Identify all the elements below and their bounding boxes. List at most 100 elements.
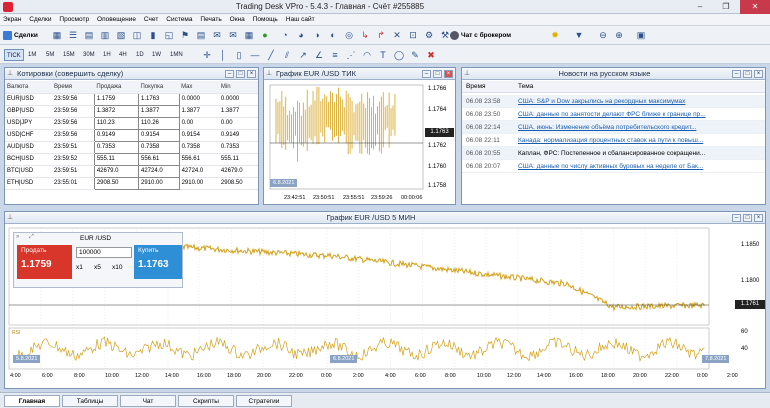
news-item[interactable]: 06.08 20:55 Каплан, ФРС: Постепенное и сб…	[462, 147, 765, 160]
positions-icon[interactable]: ▥	[98, 28, 112, 42]
news-col-topic[interactable]: Тема	[518, 83, 533, 90]
buy-cell[interactable]: 42724.0	[137, 164, 180, 178]
tick-close-button[interactable]: ×	[444, 70, 453, 78]
fan-icon[interactable]: ⋰	[344, 48, 358, 62]
menu-item-print[interactable]: Печать	[197, 14, 224, 26]
menu-item-windows[interactable]: Окна	[227, 14, 248, 26]
table-row[interactable]: USD|JPY 23:59:56 110.23 110.26 0.00 0.00	[5, 116, 258, 130]
news-link[interactable]: США, июнь: Изменение объёма потребительс…	[518, 124, 696, 131]
timeframe-1w[interactable]: 1W	[150, 49, 163, 61]
maximize-button[interactable]: ❐	[714, 0, 738, 14]
filter-icon[interactable]: ▼	[572, 28, 586, 42]
angle-icon[interactable]: ∠	[312, 48, 326, 62]
quotes-icon[interactable]: ☰	[66, 28, 80, 42]
timeframe-1d[interactable]: 1D	[134, 49, 146, 61]
sell-cell[interactable]: 2908.50	[93, 176, 139, 190]
timeframe-tick[interactable]: TICK	[4, 49, 24, 61]
buy-cell[interactable]: 1.3877	[137, 104, 180, 118]
table-icon[interactable]: ▤	[82, 28, 96, 42]
lock-icon[interactable]: ⊡	[406, 28, 420, 42]
tab-tables[interactable]: Таблицы	[62, 395, 118, 407]
chat-icon[interactable]: ●	[258, 28, 272, 42]
buy-cell[interactable]: 110.26	[137, 116, 180, 130]
pin-icon[interactable]: ⊥	[7, 212, 13, 224]
news-item[interactable]: 06.08 20:07 США: данные по числу активных…	[462, 160, 765, 173]
sell-cell[interactable]: 555.11	[93, 152, 139, 166]
quotes-close-button[interactable]: ×	[247, 70, 256, 78]
window-layout-icon[interactable]: ▣	[634, 28, 648, 42]
sell-cell[interactable]: 0.7353	[93, 140, 139, 154]
indicator-3-icon[interactable]: ◑	[310, 28, 324, 42]
main-minimize-button[interactable]: –	[732, 214, 741, 222]
email-icon[interactable]: ✉	[226, 28, 240, 42]
pin-icon[interactable]: ⊥	[464, 68, 470, 80]
table-row[interactable]: BCH|USD 23:59:52 555.11 556.61 556.61 555.11	[5, 152, 258, 166]
multiplier-x10[interactable]: x10	[112, 264, 122, 271]
news-link[interactable]: США: данные по числу активных буровых на…	[518, 163, 703, 170]
col-buy[interactable]: Покупка	[138, 81, 180, 94]
table-row[interactable]: GBP|USD 23:59:56 1.3872 1.3877 1.3877 1.3877	[5, 104, 258, 118]
buy-cell[interactable]: 1.1763	[137, 92, 180, 106]
timeframe-30m[interactable]: 30M	[81, 49, 97, 61]
table-grid-icon[interactable]: ▦	[242, 28, 256, 42]
main-maximize-button[interactable]: □	[743, 214, 752, 222]
col-currency[interactable]: Валюта	[5, 81, 52, 94]
news-link[interactable]: США: данные по занятости делают ФРС ближ…	[518, 111, 706, 118]
tick-minimize-button[interactable]: –	[422, 70, 431, 78]
news-close-button[interactable]: ×	[754, 70, 763, 78]
pin-icon[interactable]: ⊥	[266, 68, 272, 80]
candle-icon[interactable]: ▯	[232, 48, 246, 62]
indicator-2-icon[interactable]: ◕	[294, 28, 308, 42]
buy-arrow-icon[interactable]: ↱	[374, 28, 388, 42]
deals-button[interactable]: Сделки	[3, 28, 45, 43]
news-col-time[interactable]: Время	[462, 81, 518, 93]
tab-main[interactable]: Главная	[4, 395, 60, 407]
bar-chart-icon[interactable]: ▮	[146, 28, 160, 42]
vertical-line-icon[interactable]: │	[216, 48, 230, 62]
menu-item-site[interactable]: Наш сайт	[283, 14, 318, 26]
menu-item-deals[interactable]: Сделки	[26, 14, 54, 26]
menu-item-account[interactable]: Счет	[141, 14, 161, 26]
quotes-minimize-button[interactable]: –	[225, 70, 234, 78]
col-time[interactable]: Время	[51, 81, 95, 94]
tab-strategies[interactable]: Стратегии	[236, 395, 292, 407]
table-row[interactable]: ETH|USD 23:55:01 2908.50 2910.00 2910.00 2908…	[5, 176, 258, 190]
news-link[interactable]: США: S&P и Dow закрылись на рекордных ма…	[518, 98, 685, 105]
timeframe-1h[interactable]: 1H	[101, 49, 113, 61]
delete-objects-icon[interactable]: ✖	[424, 48, 438, 62]
expand-icon[interactable]: ⤢	[29, 234, 34, 241]
news-item[interactable]: 06.08 23:50 США: данные по занятости дела…	[462, 108, 765, 121]
broker-chat-button[interactable]: Чат с брокером	[450, 28, 522, 43]
arc-icon[interactable]: ◠	[360, 48, 374, 62]
news-item[interactable]: 06.08 22:14 США, июнь: Изменение объёма п…	[462, 121, 765, 134]
quotes-maximize-button[interactable]: □	[236, 70, 245, 78]
menu-item-alerts[interactable]: Оповещение	[94, 14, 139, 26]
crosshair-icon[interactable]: ✛	[200, 48, 214, 62]
table-row[interactable]: EUR|USD 23:59:56 1.1759 1.1763 0.0000 0.0000	[5, 92, 258, 106]
zoom-in-icon[interactable]: ⊕	[612, 28, 626, 42]
indicator-1-icon[interactable]: ◔	[278, 28, 292, 42]
cascade-icon[interactable]: ◱	[162, 28, 176, 42]
horizontal-line-icon[interactable]: —	[248, 48, 262, 62]
tab-scripts[interactable]: Скрипты	[178, 395, 234, 407]
indicator-4-icon[interactable]: ◐	[326, 28, 340, 42]
multiplier-x5[interactable]: x5	[94, 264, 101, 271]
timeframe-15m[interactable]: 15M	[61, 49, 77, 61]
text-tool-icon[interactable]: T	[376, 48, 390, 62]
fibonacci-icon[interactable]: ≡	[328, 48, 342, 62]
sell-button[interactable]: Продать 1.1759	[17, 245, 72, 279]
mail-icon[interactable]: ✉	[210, 28, 224, 42]
close-button[interactable]: ✕	[740, 0, 770, 14]
sell-cell[interactable]: 110.23	[93, 116, 139, 130]
ray-icon[interactable]: ↗	[296, 48, 310, 62]
menu-item-system[interactable]: Система	[163, 14, 195, 26]
flag-icon[interactable]: ⚑	[178, 28, 192, 42]
sell-cell[interactable]: 1.3872	[93, 104, 139, 118]
buy-button[interactable]: Купить 1.1763	[134, 245, 182, 279]
sell-cell[interactable]: 0.9149	[93, 128, 139, 142]
timeframe-4h[interactable]: 4H	[117, 49, 129, 61]
news-minimize-button[interactable]: –	[732, 70, 741, 78]
collapse-icon[interactable]: »	[16, 234, 19, 240]
buy-cell[interactable]: 0.7358	[137, 140, 180, 154]
news-icon[interactable]: ▤	[194, 28, 208, 42]
